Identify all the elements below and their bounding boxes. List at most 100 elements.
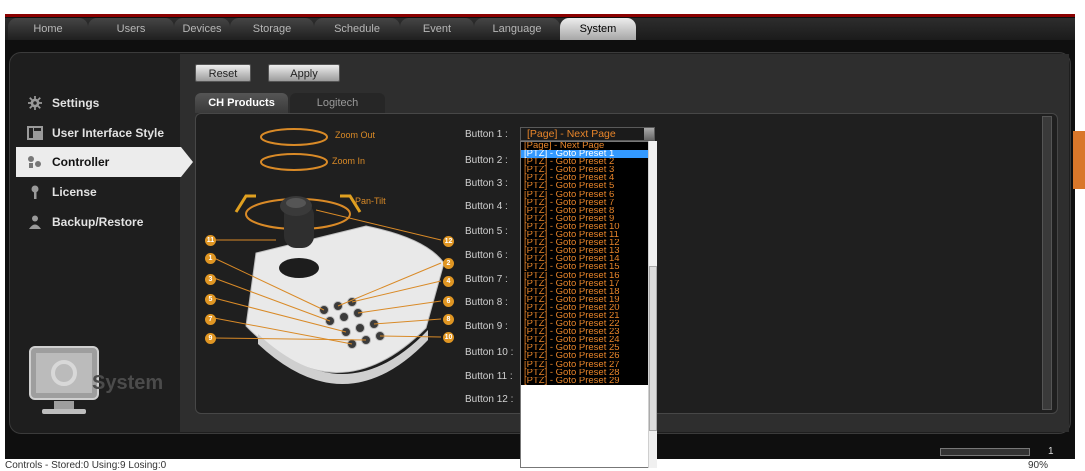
dropdown-option[interactable]: [PTZ] - Goto Preset 2 xyxy=(521,158,651,167)
button-label: Button 9 : xyxy=(465,321,508,332)
dropdown-option[interactable]: [PTZ] - Goto Preset 14 xyxy=(521,255,651,264)
dropdown-option[interactable]: [PTZ] - Goto Preset 1 xyxy=(521,150,651,159)
tab-event[interactable]: Event xyxy=(400,18,474,40)
button1-action-select[interactable]: [Page] - Next Page xyxy=(520,127,655,141)
dropdown-option[interactable]: [PTZ] - Goto Preset 29 xyxy=(521,376,651,385)
sidebar-item-backup-restore[interactable]: Backup/Restore xyxy=(27,211,143,233)
button-number-4: 4 xyxy=(443,276,454,287)
dropdown-option[interactable]: [PTZ] - Goto Preset 17 xyxy=(521,279,651,288)
button-label: Button 7 : xyxy=(465,274,508,285)
button-label: Button 3 : xyxy=(465,178,508,189)
zoom-in-label: Zoom In xyxy=(332,156,366,166)
button-label: Button 10 : xyxy=(465,347,514,358)
tab-logitech[interactable]: Logitech xyxy=(290,93,385,113)
dropdown-option[interactable]: [PTZ] - Goto Preset 11 xyxy=(521,231,651,240)
title-strip xyxy=(5,14,1075,17)
sidebar-item-license[interactable]: License xyxy=(27,181,97,203)
dropdown-option[interactable]: [PTZ] - Goto Preset 19 xyxy=(521,295,651,304)
user-count: 1 xyxy=(1048,446,1054,457)
button-label: Button 11 : xyxy=(465,371,513,382)
joystick-diagram xyxy=(213,128,445,385)
sidebar-item-controller[interactable]: Controller xyxy=(27,151,109,173)
dropdown-option[interactable]: [PTZ] - Goto Preset 16 xyxy=(521,271,651,280)
panel-scrollbar[interactable] xyxy=(1042,116,1052,410)
dropdown-option[interactable]: [Page] - Next Page xyxy=(521,142,651,151)
volume-slider[interactable] xyxy=(940,448,1030,456)
sidebar-item-settings[interactable]: Settings xyxy=(27,92,99,114)
button-number-7: 7 xyxy=(205,314,216,325)
sidebar-item-label: Backup/Restore xyxy=(52,215,144,229)
dropdown-option[interactable]: [PTZ] - Goto Preset 23 xyxy=(521,328,651,337)
dropdown-option[interactable]: [PTZ] - Goto Preset 21 xyxy=(521,311,651,321)
dropdown-option[interactable]: [PTZ] - Goto Preset 24 xyxy=(521,336,651,345)
pan-tilt-label: Pan-Tilt xyxy=(355,196,386,206)
dropdown-option[interactable]: [PTZ] - Goto Preset 26 xyxy=(521,352,651,361)
scrollbar-thumb[interactable] xyxy=(649,266,657,431)
dropdown-option[interactable]: [PTZ] - Goto Preset 3 xyxy=(521,166,651,175)
gear-icon xyxy=(28,96,42,110)
tab-devices[interactable]: Devices xyxy=(174,18,230,40)
dropdown-option[interactable]: [PTZ] - Goto Preset 20 xyxy=(521,303,651,312)
action-dropdown-list[interactable]: [Page] - Next Page [PTZ] - Goto Preset 1[… xyxy=(520,141,657,468)
sidebar-item-label: User Interface Style xyxy=(52,126,165,140)
button-label: Button 1 : xyxy=(465,129,508,140)
tab-ch-products[interactable]: CH Products xyxy=(195,93,288,113)
button-number-9: 9 xyxy=(205,333,216,344)
button-label: Button 6 : xyxy=(465,250,508,261)
tab-system[interactable]: System xyxy=(560,18,636,40)
dropdown-option[interactable]: [PTZ] - Goto Preset 13 xyxy=(521,247,651,256)
tab-users[interactable]: Users xyxy=(88,18,174,40)
button-number-6: 6 xyxy=(443,296,454,307)
tab-home[interactable]: Home xyxy=(8,18,88,40)
button-label: Button 4 : xyxy=(465,201,508,212)
key-icon xyxy=(31,185,39,199)
dropdown-option[interactable]: [PTZ] - Goto Preset 6 xyxy=(521,190,651,199)
person-icon xyxy=(29,215,41,229)
dropdown-option[interactable]: [PTZ] - Goto Preset 28 xyxy=(521,368,651,377)
layout-icon xyxy=(27,126,43,140)
button-label: Button 5 : xyxy=(465,226,508,237)
zoom-out-label: Zoom Out xyxy=(335,130,376,140)
zoom-level[interactable]: 90% xyxy=(1028,460,1048,471)
button-number-5: 5 xyxy=(205,294,216,305)
button-number-3: 3 xyxy=(205,274,216,285)
dropdown-option[interactable]: [PTZ] - Goto Preset 15 xyxy=(521,263,651,272)
tab-storage[interactable]: Storage xyxy=(230,18,314,40)
button-label: Button 12 : xyxy=(465,394,514,405)
status-text: Controls - Stored:0 Using:9 Losing:0 xyxy=(5,460,167,471)
side-accent-tab[interactable] xyxy=(1073,131,1085,189)
dropdown-option[interactable]: [PTZ] - Goto Preset 4 xyxy=(521,174,651,183)
dropdown-option[interactable]: [PTZ] - Goto Preset 8 xyxy=(521,206,651,215)
dropdown-option[interactable]: [PTZ] - Goto Preset 7 xyxy=(521,198,651,207)
tab-schedule[interactable]: Schedule xyxy=(314,18,400,40)
button-label: Button 8 : xyxy=(465,297,508,308)
dropdown-option[interactable]: [PTZ] - Goto Preset 9 xyxy=(521,214,651,223)
dropdown-option[interactable]: [PTZ] - Goto Preset 12 xyxy=(521,239,651,248)
dropdown-option[interactable]: [PTZ] - Goto Preset 18 xyxy=(521,287,651,296)
button-number-1: 1 xyxy=(205,253,216,264)
button-number-12: 12 xyxy=(443,236,454,247)
sidebar-item-label: License xyxy=(52,185,97,199)
button-label: Button 2 : xyxy=(465,155,508,166)
reset-button[interactable]: Reset xyxy=(195,64,251,82)
chevron-down-icon[interactable] xyxy=(644,128,654,140)
dropdown-scrollbar[interactable] xyxy=(648,141,657,468)
button-number-11: 11 xyxy=(205,235,216,246)
dropdown-option[interactable]: [PTZ] - Goto Preset 25 xyxy=(521,344,651,353)
controller-icon xyxy=(28,156,41,168)
dropdown-option[interactable]: [PTZ] - Goto Preset 27 xyxy=(521,360,651,369)
apply-button[interactable]: Apply xyxy=(268,64,340,82)
sidebar-item-label: Controller xyxy=(52,155,110,169)
sidebar-item-label: Settings xyxy=(52,96,100,110)
sidebar-item-user-interface-style[interactable]: User Interface Style xyxy=(27,122,164,144)
select-value: [Page] - Next Page xyxy=(527,128,616,140)
system-footer-label: System xyxy=(92,372,164,394)
button-number-8: 8 xyxy=(443,314,454,325)
dropdown-option[interactable]: [PTZ] - Goto Preset 5 xyxy=(521,182,651,191)
button-number-2: 2 xyxy=(443,258,454,269)
button-number-10: 10 xyxy=(443,332,454,343)
tab-language[interactable]: Language xyxy=(474,18,560,40)
screen: Home Users Devices Storage Schedule Even… xyxy=(0,0,1085,471)
dropdown-option[interactable]: [PTZ] - Goto Preset 10 xyxy=(521,222,651,232)
dropdown-option[interactable]: [PTZ] - Goto Preset 22 xyxy=(521,320,651,329)
